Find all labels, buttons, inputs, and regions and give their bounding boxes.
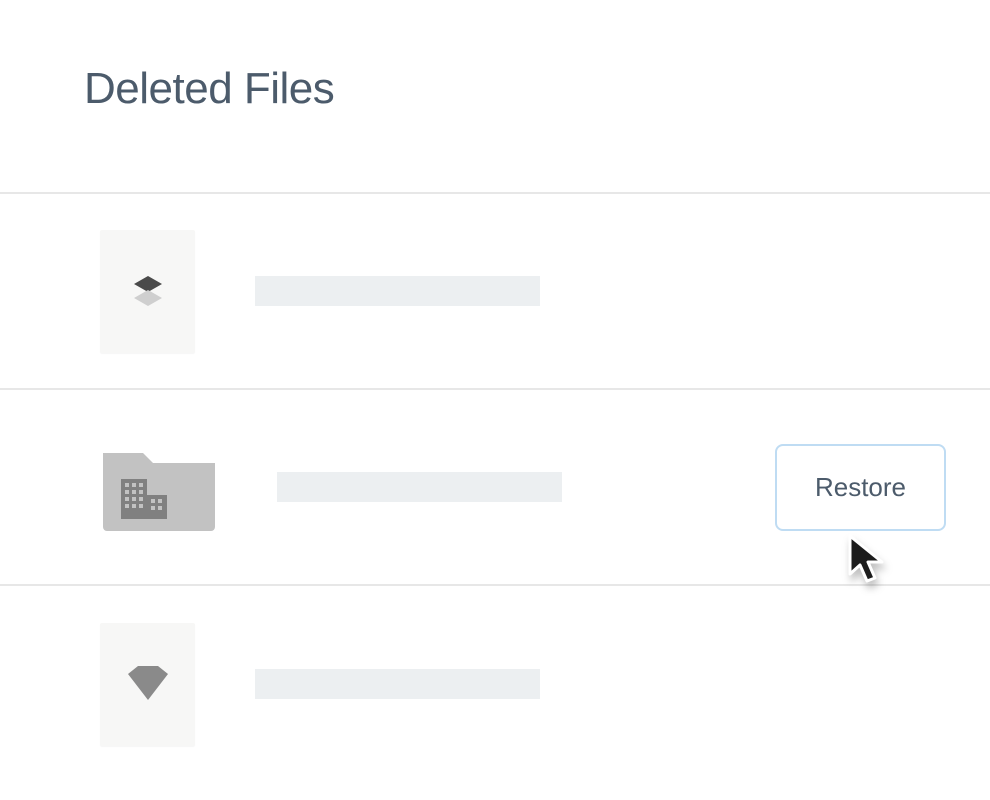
file-row[interactable]	[0, 586, 990, 782]
file-name-placeholder	[255, 669, 540, 699]
sketch-file-icon	[124, 662, 172, 706]
row-actions: Restore	[775, 444, 946, 531]
file-row[interactable]: Restore	[0, 390, 990, 586]
page-title: Deleted Files	[0, 64, 990, 114]
deleted-files-page: Deleted Files	[0, 0, 990, 782]
team-folder-icon	[99, 439, 219, 535]
file-name-placeholder	[255, 276, 540, 306]
dropbox-paper-icon	[126, 270, 170, 312]
deleted-files-list: Restore	[0, 192, 990, 782]
file-thumbnail	[100, 623, 195, 746]
restore-button[interactable]: Restore	[775, 444, 946, 531]
file-row[interactable]	[0, 194, 990, 390]
file-name-placeholder	[277, 472, 562, 502]
file-thumbnail	[100, 230, 195, 353]
folder-thumbnail	[100, 442, 217, 532]
